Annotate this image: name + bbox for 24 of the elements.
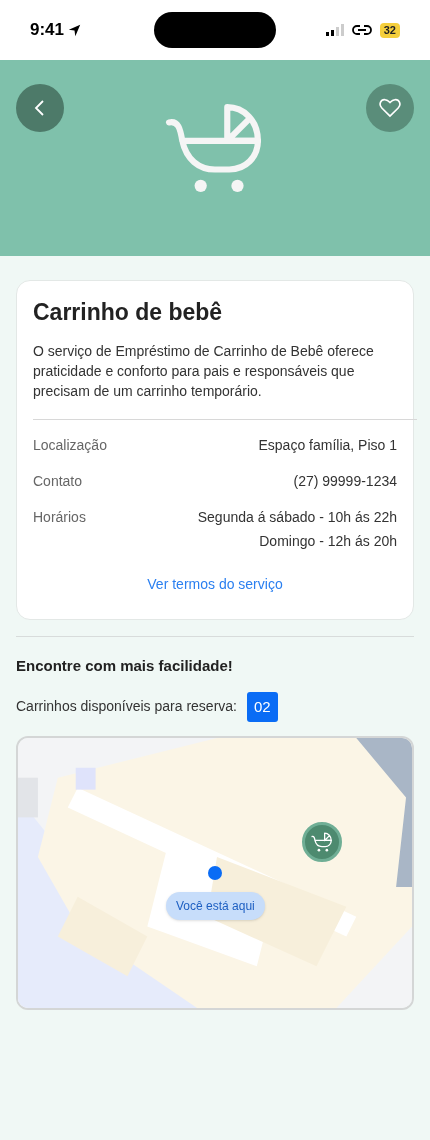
favorite-button[interactable] xyxy=(366,84,414,132)
detail-label: Localização xyxy=(33,436,107,455)
detail-value: Espaço família, Piso 1 xyxy=(258,436,397,455)
heart-icon xyxy=(379,98,401,118)
count-badge: 02 xyxy=(247,691,278,722)
detail-value: Domingo - 12h ás 20h xyxy=(259,532,397,551)
availability-label: Carrinhos disponíveis para reserva: xyxy=(16,697,237,717)
status-time: 9:41 xyxy=(30,19,65,42)
detail-value: Segunda á sábado - 10h ás 22h xyxy=(197,508,397,527)
section-heading: Encontre com mais facilidade! xyxy=(16,656,234,676)
signal-icon xyxy=(325,24,344,36)
location-tooltip: Você está aqui xyxy=(166,892,265,920)
service-description: O serviço de Empréstimo de Carrinho de Bebê oferece praticidade e conforto para pais e responsáveis que precisam de um carrinho temporário. xyxy=(32,342,375,401)
stroller-icon xyxy=(311,832,333,852)
back-icon xyxy=(33,99,47,117)
battery-indicator: 32 xyxy=(379,22,400,38)
detail-value: (27) 99999-1234 xyxy=(293,472,397,491)
card-title: Carrinho de bebê xyxy=(32,298,224,327)
link-icon xyxy=(351,23,372,37)
detail-label: Horários xyxy=(33,508,86,527)
back-button[interactable] xyxy=(16,84,64,132)
terms-link[interactable]: Ver termos do serviço xyxy=(147,574,283,595)
location-arrow-icon xyxy=(68,23,82,37)
detail-label: Contato xyxy=(33,472,83,491)
